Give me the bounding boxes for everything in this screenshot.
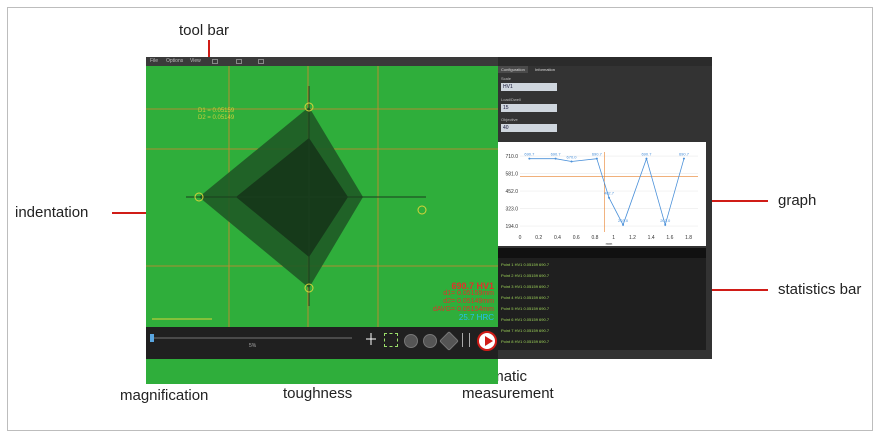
tool-button-2-icon[interactable] [423,334,437,348]
panel-tabs: Configuration Information [498,66,598,73]
graph-point [682,157,685,160]
objective-select[interactable]: 40 [501,124,557,132]
zoom-label: 5% [249,343,257,349]
label-magnification: magnification [120,387,209,404]
graph-point-label: 203.0 [618,218,629,223]
diagonal-d1: d1= 0.05159mm [443,290,494,297]
graph-point [595,157,598,160]
measurement-readout: 690.7 HV1 d1= 0.05159mm d2= 0.05149mm dA… [433,282,494,322]
top-left-readout: D1 = 0.05159 D2 = 0.05149 [198,108,234,122]
graph-y-tick: 710.0 [505,154,518,160]
auto-frame-icon[interactable] [384,333,398,347]
menu-options[interactable]: Options [166,57,183,66]
diagonal-d2: d2= 0.05149mm [443,298,494,305]
graph-point [622,223,625,226]
load-select[interactable]: 15 [501,104,557,112]
graph-x-tick: 1.6 [666,235,673,241]
graph-point-label: 690.7 [524,152,535,157]
graph-point [528,157,531,160]
tab-information[interactable]: Information [532,66,558,73]
graph-x-tick: 0.4 [554,235,561,241]
statistics-row[interactable]: Point 5 HV1 0.05159 690.7 [498,304,709,314]
graph-x-label: mm [606,241,613,246]
statistics-row[interactable]: Point 3 HV1 0.05159 690.7 [498,282,709,292]
leader-tool-bar [208,40,210,58]
tool-button-1-icon[interactable] [404,334,418,348]
magnification-slider[interactable] [152,337,352,339]
menu-file[interactable]: File [150,57,158,66]
graph-point [645,157,648,160]
right-panel: Configuration Information Scale HV1 Load… [498,66,712,359]
graph-point [608,196,610,199]
app-window: File Options View D1 = 0.05159 D2 = 0.05… [146,57,712,384]
statistics-bar: Point 1 HV1 0.05159 690.7 Point 2 HV1 0.0… [498,248,706,350]
readout-d1-small: D1 = 0.05159 [198,108,235,114]
graph-point-label: 690.7 [551,152,562,157]
graph-point-label: 402.7 [604,191,615,196]
bottom-toolbar: 5% [146,327,498,359]
graph-point-label: 690.7 [679,152,690,157]
toolbar-button-3-icon[interactable] [258,59,264,64]
statistics-row[interactable]: Point 7 HV1 0.05159 690.7 [498,326,709,336]
graph-point-label: 203.0 [660,218,671,223]
statistics-header [498,248,706,258]
graph-point [554,157,557,160]
statistics-row[interactable]: Point 4 HV1 0.05159 690.7 [498,293,709,303]
toolbar-button-1-icon[interactable] [212,59,218,64]
statistics-row[interactable]: Point 8 HV1 0.05159 690.7 [498,337,709,347]
tab-configuration[interactable]: Configuration [498,66,528,73]
tool-button-3-icon[interactable] [462,333,470,347]
statistics-row[interactable]: Point 6 HV1 0.05159 690.7 [498,315,709,325]
scale-select[interactable]: HV1 [501,83,557,91]
graph-svg: 710.0 581.0 452.0 323.0 194.00 0.2 0.4 0.6 0.8 1 1… [505,152,698,246]
label-statistics-bar: statistics bar [778,281,862,298]
graph-y-tick: 452.0 [505,189,518,195]
play-button[interactable] [477,331,497,351]
converted-hardness: 25.7 HRC [458,313,494,322]
tool-bar: File Options View [146,57,498,66]
hardness-value: 690.7 HV1 [451,281,494,291]
leader-statistics-bar [706,289,768,291]
label-indentation: indentation [15,204,89,221]
graph-point-label: 690.7 [641,152,652,157]
graph-x-tick: 0.6 [573,235,580,241]
menu-view[interactable]: View [190,57,201,66]
automatic-measurement-icon[interactable] [439,331,459,351]
graph-point [570,160,573,163]
fracture-toughness-icon[interactable] [366,333,376,345]
graph-x-tick: 1.2 [629,235,636,241]
label-measurement: measurement [462,385,554,402]
hardness-graph: 710.0 581.0 452.0 323.0 194.0 0 0.2 0.4 0.6 0.8 1 1… [498,142,706,246]
graph-point-label: 670.0 [567,154,578,159]
graph-x-tick: 0.8 [591,235,598,241]
graph-y-tick: 581.0 [505,172,518,178]
graph-x-tick: 1.4 [648,235,655,241]
statistics-row[interactable]: Point 1 HV1 0.05159 690.7 [498,260,709,270]
toolbar-button-2-icon[interactable] [236,59,242,64]
graph-x-tick: 0 [519,235,522,241]
magnification-slider-knob[interactable] [150,334,154,342]
label-toughness: toughness [283,385,353,402]
graph-y-tick: 323.0 [505,207,518,213]
graph-x-tick: 1.8 [685,235,692,241]
graph-y-tick: 194.0 [505,224,518,230]
field-label-load: Load/Dwell [501,97,521,102]
label-tool-bar: tool bar [179,22,230,39]
readout-d2-small: D2 = 0.05149 [198,115,235,121]
label-graph: graph [778,192,817,209]
graph-point-label: 690.7 [592,152,603,157]
field-label-scale: Scale [501,76,512,81]
graph-x-tick: 0.2 [535,235,542,241]
field-label-objective: Objective [501,117,518,122]
graph-point [664,223,667,226]
graph-x-tick: 1 [612,235,615,241]
statistics-row[interactable]: Point 2 HV1 0.05159 690.7 [498,271,709,281]
